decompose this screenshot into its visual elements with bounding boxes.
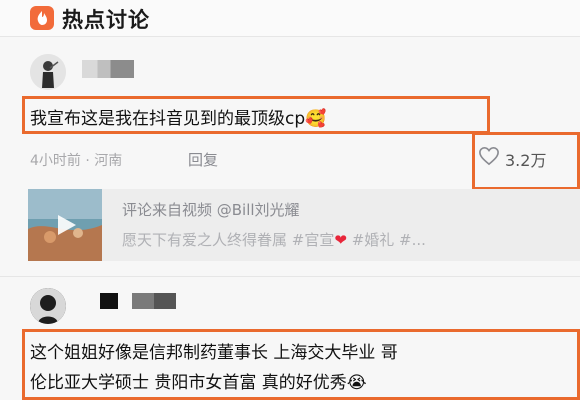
video-source-card[interactable]: 评论来自视频 @Bill刘光耀 愿天下有爱之人终得眷属 #官宣❤ #婚礼 #..… <box>28 189 580 261</box>
avatar[interactable] <box>30 54 66 90</box>
blurred-username <box>100 293 118 309</box>
blurred-username <box>82 60 134 78</box>
avatar-image <box>30 54 66 90</box>
divider <box>0 36 580 37</box>
hot-discussion-header: 热点讨论 <box>0 0 580 36</box>
highlight-box-comment <box>22 329 580 400</box>
red-heart-icon: ❤ <box>334 231 347 249</box>
video-thumbnail[interactable] <box>28 189 102 261</box>
avatar[interactable] <box>30 288 66 324</box>
highlight-box-likes <box>472 132 580 190</box>
avatar-image <box>30 288 66 324</box>
blurred-username <box>132 293 176 309</box>
comment-meta: 4小时前 · 河南 <box>30 153 123 169</box>
video-hashtags: #婚礼 #... <box>346 231 426 249</box>
divider <box>0 276 580 277</box>
reply-button[interactable]: 回复 <box>188 149 218 170</box>
highlight-box-comment <box>22 96 490 134</box>
video-thumbnail-image <box>28 189 102 261</box>
video-description: 愿天下有爱之人终得眷属 #官宣❤ #婚礼 #... <box>122 229 426 250</box>
hot-topic-logo-icon <box>30 6 54 30</box>
section-title: 热点讨论 <box>62 8 150 32</box>
video-source-text[interactable]: 评论来自视频 @Bill刘光耀 <box>122 199 300 220</box>
video-description-text: 愿天下有爱之人终得眷属 #官宣 <box>122 231 335 249</box>
